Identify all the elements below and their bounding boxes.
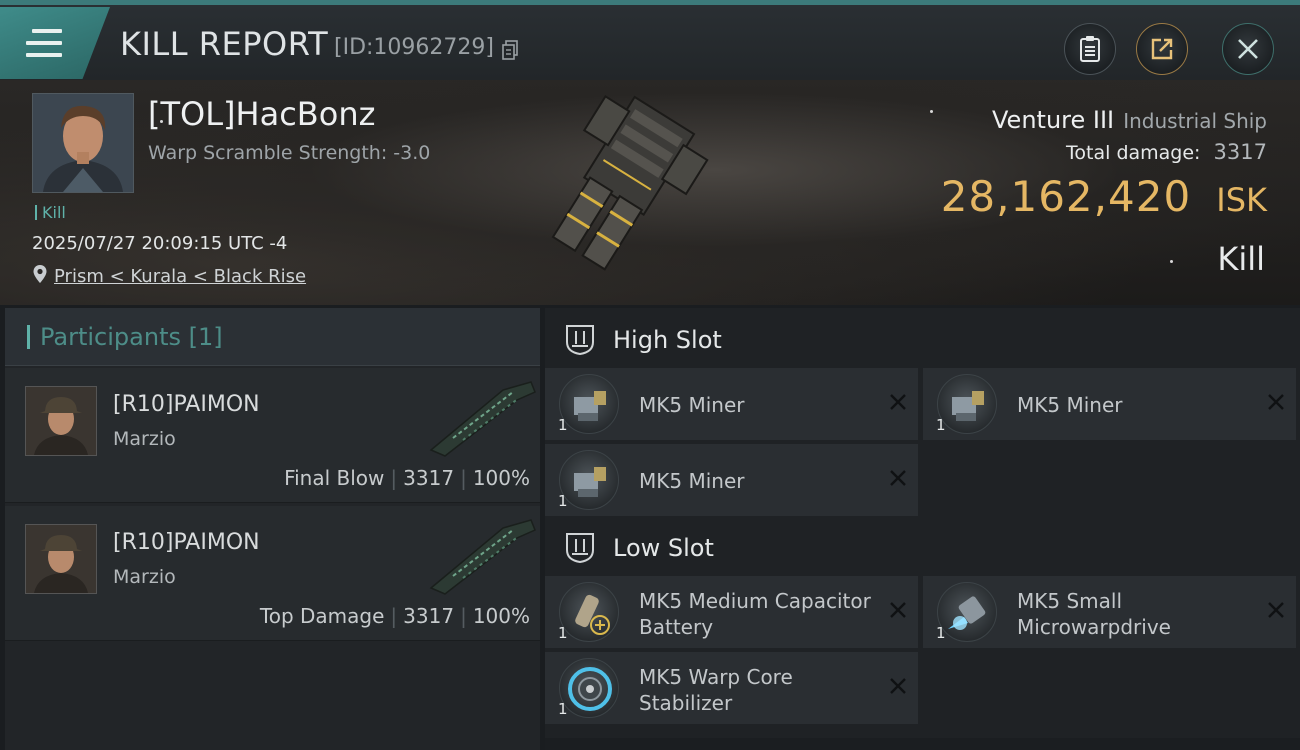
kill-datetime: 2025/07/27 20:09:15 UTC -4 [32,233,288,254]
victim-portrait[interactable] [32,93,134,193]
participant-percent: 100% [472,466,530,490]
participant-name[interactable]: [R10]PAIMON [113,530,260,555]
module-quantity: 1 [936,624,946,642]
module-quantity: 1 [558,416,568,434]
participants-panel: Participants [1] [R10]PAIMON Marzio Fina… [5,308,540,750]
module-item[interactable]: 1 MK5 Miner [545,444,918,516]
pilot-avatar-icon [33,94,133,192]
participant-ship-icon[interactable] [423,516,538,596]
menu-button[interactable] [0,7,110,79]
participant-row[interactable]: [R10]PAIMON Marzio Top Damage | 3317 | 100% [5,506,540,641]
kill-tag: Kill [35,205,66,221]
isk-value-row: 28,162,420 ISK [941,172,1267,221]
location-link[interactable]: Prism < Kurala < Black Rise [54,266,306,287]
participant-role: Top Damage [259,604,385,628]
participant-damage: 3317 [403,604,455,628]
ship-class: Industrial Ship [1123,109,1267,133]
star-decoration [1170,260,1173,263]
ship-render-icon[interactable] [530,90,770,300]
module-quantity: 1 [558,492,568,510]
victim-name[interactable]: [TOL]HacBonz [148,95,375,133]
report-id: [ID:10962729] [334,35,494,60]
victim-summary: [TOL]HacBonz Warp Scramble Strength: -3.… [0,80,1300,305]
participant-stats: Top Damage | 3317 | 100% [259,604,530,628]
miner-module-icon [559,450,619,510]
module-item[interactable]: 1 MK5 Small Microwarpdrive [923,576,1296,648]
participant-corp: Marzio [113,428,176,450]
module-item[interactable]: 1 MK5 Warp Core Stabilizer [545,652,918,724]
ship-name[interactable]: Venture III [992,106,1114,134]
destroyed-x-icon [1268,602,1284,618]
close-button[interactable] [1222,23,1274,75]
module-quantity: 1 [936,416,946,434]
participant-stats: Final Blow | 3317 | 100% [284,466,530,490]
module-quantity: 1 [558,700,568,718]
total-damage-value: 3317 [1213,140,1267,164]
module-name: MK5 Small Microwarpdrive [1017,589,1171,639]
clipboard-icon [1080,36,1100,62]
miner-module-icon [559,374,619,434]
isk-value: 28,162,420 [940,172,1192,221]
module-item[interactable]: 1 MK5 Miner [923,368,1296,440]
destroyed-x-icon [890,602,906,618]
capacitor-battery-icon [559,582,619,642]
low-slot-title: Low Slot [613,534,714,562]
clipboard-button[interactable] [1064,23,1116,75]
participant-avatar[interactable] [25,524,97,594]
pilot-avatar-icon [26,525,96,593]
destroyed-x-icon [890,470,906,486]
module-name: MK5 Miner [639,393,745,417]
copy-icon[interactable] [502,40,518,60]
header-accent-bar [27,325,30,349]
top-bar: KILL REPORT [ID:10962729] [0,0,1300,80]
isk-unit: ISK [1216,181,1267,219]
high-slot-title: High Slot [613,326,722,354]
location-pin-icon [33,265,47,283]
module-name: MK5 Warp Core Stabilizer [639,665,793,715]
participants-header: Participants [1] [5,308,540,366]
participant-name[interactable]: [R10]PAIMON [113,392,260,417]
share-button[interactable] [1136,23,1188,75]
participant-ship-icon[interactable] [423,378,538,458]
warp-core-stabilizer-icon [559,658,619,718]
microwarpdrive-icon [937,582,997,642]
module-item[interactable]: 1 MK5 Medium Capacitor Battery [545,576,918,648]
participant-role: Final Blow [284,466,385,490]
close-icon [1238,39,1258,59]
pilot-avatar-icon [26,387,96,455]
module-quantity: 1 [558,624,568,642]
module-name: MK5 Miner [639,469,745,493]
fitting-panel: High Slot 1 MK5 Miner 1 MK5 Miner 1 MK5 … [545,308,1300,750]
total-damage-row: Total damage: 3317 [1066,140,1267,164]
participant-damage: 3317 [403,466,455,490]
star-decoration [930,110,933,113]
total-damage-label: Total damage: [1066,142,1201,164]
page-title: KILL REPORT [120,25,329,63]
hamburger-icon [26,29,62,57]
warp-scramble-strength: Warp Scramble Strength: -3.0 [148,142,431,164]
share-icon [1151,38,1173,60]
next-slot-section [545,738,1300,750]
module-item[interactable]: 1 MK5 Miner [545,368,918,440]
module-name: MK5 Medium Capacitor Battery [639,589,871,639]
participant-percent: 100% [472,604,530,628]
destroyed-x-icon [890,394,906,410]
result-label: Kill [1217,240,1265,278]
ship-name-row: Venture III Industrial Ship [992,106,1267,134]
destroyed-x-icon [1268,394,1284,410]
miner-module-icon [937,374,997,434]
low-slot-header: Low Slot [545,516,1300,576]
participant-avatar[interactable] [25,386,97,456]
module-name: MK5 Miner [1017,393,1123,417]
participant-corp: Marzio [113,566,176,588]
participant-row[interactable]: [R10]PAIMON Marzio Final Blow | 3317 | 100% [5,368,540,503]
high-slot-icon [566,325,594,356]
low-slot-icon [566,533,594,564]
high-slot-header: High Slot [545,308,1300,368]
destroyed-x-icon [890,678,906,694]
participants-title: Participants [1] [40,323,223,351]
